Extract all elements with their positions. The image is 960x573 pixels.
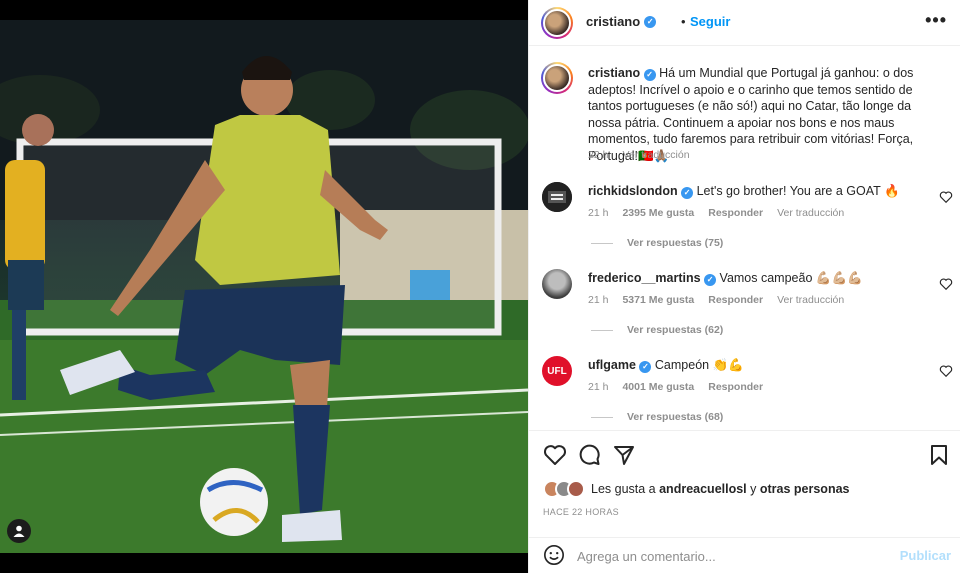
person-icon: [13, 525, 25, 537]
caption-username[interactable]: cristiano: [588, 66, 640, 80]
view-replies-button[interactable]: Ver respuestas (68): [591, 411, 723, 423]
comment-meta: 21 h 2395 Me gusta Responder Ver traducc…: [588, 207, 844, 219]
richkids-logo-icon: [542, 182, 572, 212]
other-likers-link[interactable]: otras personas: [760, 482, 850, 496]
ufl-logo-text: UFL: [547, 365, 567, 377]
comment-username[interactable]: uflgame: [588, 358, 636, 372]
likes-text: Les gusta a andreacuellosl y otras perso…: [591, 482, 849, 496]
like-comment-heart-icon[interactable]: [939, 190, 953, 204]
comment-text-block: richkidslondon ✓ Let's go brother! You a…: [588, 183, 940, 200]
like-comment-heart-icon[interactable]: [939, 277, 953, 291]
comment-avatar[interactable]: UFL: [542, 356, 572, 386]
comment-likes-count[interactable]: 4001 Me gusta: [622, 381, 694, 393]
post-timestamp[interactable]: HACE 22 HORAS: [543, 507, 619, 517]
verified-badge-icon: ✓: [681, 187, 694, 200]
view-replies-label[interactable]: Ver respuestas (68): [627, 411, 723, 423]
save-bookmark-icon[interactable]: [927, 443, 951, 467]
comment-time[interactable]: 21 h: [588, 207, 608, 219]
more-options-icon[interactable]: •••: [925, 10, 947, 31]
instagram-post-modal: cristiano ✓ • Seguir ••• cristiano ✓ Há …: [0, 0, 960, 573]
post-comment-button[interactable]: Publicar: [900, 548, 951, 563]
post-media[interactable]: [0, 0, 528, 573]
comment-avatar[interactable]: [542, 182, 572, 212]
comment-time[interactable]: 21 h: [588, 294, 608, 306]
comment-input[interactable]: [577, 546, 877, 566]
likes-summary: Les gusta a andreacuellosl y otras perso…: [543, 480, 849, 498]
author-avatar[interactable]: [541, 7, 573, 39]
author-username-link[interactable]: cristiano: [586, 14, 640, 29]
follow-button[interactable]: Seguir: [690, 14, 730, 29]
share-paper-plane-icon[interactable]: [612, 443, 636, 467]
comment-text: Campeón 👏💪: [654, 358, 744, 372]
emoji-icon[interactable]: [543, 544, 565, 566]
comment-likes-count[interactable]: 2395 Me gusta: [622, 207, 694, 219]
post-actions: Les gusta a andreacuellosl y otras perso…: [529, 430, 960, 530]
verified-badge-icon: ✓: [639, 361, 652, 374]
likes-prefix: Les gusta a: [591, 482, 660, 496]
view-replies-button[interactable]: Ver respuestas (62): [591, 324, 723, 336]
comment-translate-link[interactable]: Ver traducción: [777, 294, 844, 306]
comment-username[interactable]: frederico__martins: [588, 271, 701, 285]
comment-time[interactable]: 21 h: [588, 381, 608, 393]
comment-avatar[interactable]: [542, 269, 572, 299]
caption-meta: 22 h Ver traducción: [588, 149, 690, 161]
comment-meta: 21 h 4001 Me gusta Responder: [588, 381, 763, 393]
comment-meta: 21 h 5371 Me gusta Responder Ver traducc…: [588, 294, 844, 306]
author-username[interactable]: cristiano ✓: [586, 14, 657, 29]
comment-likes-count[interactable]: 5371 Me gusta: [622, 294, 694, 306]
verified-badge-icon: ✓: [644, 15, 657, 28]
like-comment-heart-icon[interactable]: [939, 364, 953, 378]
verified-badge-icon: ✓: [704, 274, 717, 287]
separator-dot: •: [681, 14, 686, 29]
comment-bubble-icon[interactable]: [577, 443, 601, 467]
comment-text: Let's go brother! You are a GOAT 🔥: [696, 184, 900, 198]
view-replies-button[interactable]: Ver respuestas (75): [591, 237, 723, 249]
comment-text-block: frederico__martins ✓ Vamos campeão 💪🏼💪🏼💪…: [588, 270, 940, 287]
tagged-users-button[interactable]: [7, 519, 31, 543]
caption-time[interactable]: 22 h: [588, 149, 608, 161]
caption-translate-link[interactable]: Ver traducción: [622, 149, 689, 161]
comment-reply-button[interactable]: Responder: [708, 381, 763, 393]
likes-conjunction: y: [746, 482, 760, 496]
post-side-panel: cristiano ✓ • Seguir ••• cristiano ✓ Há …: [528, 0, 960, 573]
caption-author-avatar[interactable]: [541, 62, 573, 94]
view-replies-label[interactable]: Ver respuestas (75): [627, 237, 723, 249]
comments-section[interactable]: cristiano ✓ Há um Mundial que Portugal j…: [529, 47, 960, 429]
post-header: cristiano ✓ • Seguir •••: [529, 0, 960, 46]
comment-translate-link[interactable]: Ver traducción: [777, 207, 844, 219]
comment-reply-button[interactable]: Responder: [708, 294, 763, 306]
comment-text-block: uflgame ✓ Campeón 👏💪: [588, 357, 940, 374]
comment-reply-button[interactable]: Responder: [708, 207, 763, 219]
add-comment-bar: Publicar: [529, 537, 960, 573]
comment-username[interactable]: richkidslondon: [588, 184, 678, 198]
comment-text: Vamos campeão 💪🏼💪🏼💪🏼: [719, 271, 863, 285]
view-replies-label[interactable]: Ver respuestas (62): [627, 324, 723, 336]
like-heart-icon[interactable]: [543, 443, 567, 467]
liker-username-link[interactable]: andreacuellosl: [659, 482, 747, 496]
football-training-image: [0, 20, 528, 553]
post-photo[interactable]: [0, 20, 528, 553]
verified-badge-icon: ✓: [643, 69, 656, 82]
liker-avatar[interactable]: [567, 480, 585, 498]
